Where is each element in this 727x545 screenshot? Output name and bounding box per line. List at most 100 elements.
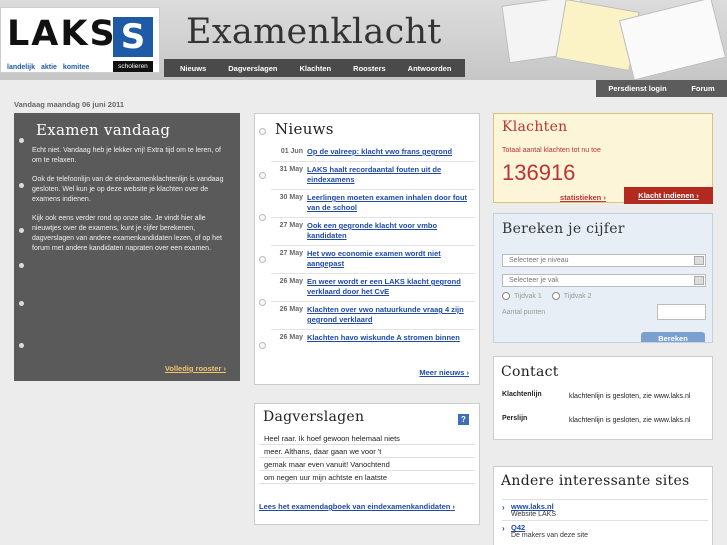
subject-select-placeholder: Selecteer je vak bbox=[509, 277, 559, 284]
laks-logo[interactable]: LAKS S landelijk aktie komitee scholiere… bbox=[0, 7, 160, 73]
nav-roosters[interactable]: Roosters bbox=[353, 64, 386, 73]
main-nav: Nieuws Dagverslagen Klachten Roosters An… bbox=[164, 59, 465, 77]
period-radio-group: Tijdvak 1 Tijdvak 2 bbox=[502, 292, 592, 300]
news-item[interactable]: 27 May Ook een gegronde klacht voor vmbo … bbox=[271, 218, 475, 246]
other-sites-panel: Andere interessante sites › www.laks.nl We… bbox=[493, 466, 713, 545]
dagverslagen-panel: Dagverslagen ? Heel raar. Ik hoef gewoon… bbox=[254, 403, 480, 525]
exam-today-text: Kijk ook eens verder rond op onze site. … bbox=[32, 215, 222, 252]
news-date: 27 May bbox=[279, 222, 303, 229]
logo-tagline: landelijk aktie komitee bbox=[7, 64, 90, 71]
full-schedule-link[interactable]: Volledig rooster › bbox=[165, 364, 226, 373]
news-date: 01 Jun bbox=[280, 148, 303, 155]
logo-s-box: S bbox=[113, 17, 153, 57]
news-item[interactable]: 30 May Leerlingen moeten examen inhalen d… bbox=[271, 190, 475, 218]
help-icon[interactable]: ? bbox=[458, 414, 469, 425]
chevron-right-icon: › bbox=[502, 503, 505, 512]
contact-value: klachtenlijn is gesloten, zie www.laks.n… bbox=[569, 417, 691, 424]
excerpt-line: gemak maar even vanuit! Vanochtend bbox=[259, 458, 475, 471]
news-panel: Nieuws 01 Jun Op de valreep: klacht vwo f… bbox=[254, 113, 480, 385]
news-date: 27 May bbox=[279, 250, 303, 257]
site-link[interactable]: Q42 bbox=[511, 523, 525, 532]
contact-row: Perslijn klachtenlijn is gesloten, zie ww… bbox=[502, 415, 708, 427]
contact-value: klachtenlijn is gesloten, zie www.laks.n… bbox=[569, 393, 691, 400]
klachten-panel: Klachten Totaal aantal klachten tot nu t… bbox=[493, 113, 713, 204]
level-select-placeholder: Selecteer je niveau bbox=[509, 257, 569, 264]
calculate-button[interactable]: Bereken bbox=[641, 332, 705, 342]
more-news-link[interactable]: Meer nieuws › bbox=[419, 368, 469, 377]
news-date: 26 May bbox=[279, 306, 303, 313]
site-item[interactable]: › www.laks.nl Website LAKS bbox=[502, 499, 708, 520]
chevron-down-icon bbox=[694, 256, 704, 265]
news-link[interactable]: Het vwo economie examen wordt niet aange… bbox=[307, 249, 475, 269]
contact-row: Klachtenlijn klachtenlijn is gesloten, zi… bbox=[502, 391, 708, 403]
contact-panel: Contact Klachtenlijn klachtenlijn is gesl… bbox=[493, 356, 713, 440]
nav-nieuws[interactable]: Nieuws bbox=[180, 64, 206, 73]
persdienst-login-link[interactable]: Persdienst login bbox=[608, 84, 666, 93]
submit-complaint-label: Klacht indienen bbox=[638, 191, 695, 200]
news-list: 01 Jun Op de valreep: klacht vwo frans ge… bbox=[271, 144, 475, 347]
points-input[interactable] bbox=[657, 304, 706, 320]
subject-select[interactable]: Selecteer je vak bbox=[502, 274, 706, 287]
klachten-subtitle: Totaal aantal klachten tot nu toe bbox=[502, 147, 601, 154]
news-link[interactable]: Op de valreep: klacht vwo frans gegrond bbox=[307, 147, 475, 157]
radio-icon bbox=[502, 292, 510, 300]
news-link[interactable]: LAKS haalt recordaantal fouten uit de ei… bbox=[307, 165, 475, 185]
klachten-title: Klachten bbox=[502, 119, 568, 135]
period1-radio[interactable]: Tijdvak 1 bbox=[502, 292, 542, 300]
dagverslagen-title: Dagverslagen bbox=[263, 409, 365, 425]
site-link[interactable]: www.laks.nl bbox=[511, 502, 554, 511]
logo-badge: scholieren bbox=[113, 61, 153, 72]
current-date: Vandaag maandag 06 juni 2011 bbox=[14, 100, 125, 109]
news-date: 26 May bbox=[279, 334, 303, 341]
other-sites-title: Andere interessante sites bbox=[501, 473, 690, 489]
period2-radio[interactable]: Tijdvak 2 bbox=[551, 292, 592, 300]
exam-today-panel: Examen vandaag Echt niet. Vandaag heb je… bbox=[14, 113, 240, 381]
logo-wordmark: LAKS bbox=[7, 14, 117, 54]
points-label: Aantal punten bbox=[502, 309, 546, 316]
news-date: 26 May bbox=[279, 278, 303, 285]
news-link[interactable]: Ook een gegronde klacht voor vmbo kandid… bbox=[307, 221, 475, 241]
chevron-right-icon: › bbox=[502, 524, 505, 533]
dagverslag-excerpt: Heel raar. Ik hoef gewoon helemaal niets… bbox=[259, 432, 475, 484]
forum-link[interactable]: Forum bbox=[691, 84, 714, 93]
nav-dagverslagen[interactable]: Dagverslagen bbox=[228, 64, 277, 73]
news-item[interactable]: 01 Jun Op de valreep: klacht vwo frans ge… bbox=[271, 144, 475, 162]
exam-today-text: Echt niet. Vandaag heb je lekker vrij! E… bbox=[32, 147, 221, 164]
news-title: Nieuws bbox=[275, 120, 334, 138]
excerpt-line: Heel raar. Ik hoef gewoon helemaal niets bbox=[259, 432, 475, 445]
news-link[interactable]: Klachten over vwo natuurkunde vraag 4 zi… bbox=[307, 305, 475, 325]
klachten-count: 136916 bbox=[502, 160, 576, 185]
dagboek-link[interactable]: Lees het examendagboek van eindexamenkan… bbox=[259, 502, 455, 511]
nav-klachten[interactable]: Klachten bbox=[299, 64, 331, 73]
site-description: Website LAKS bbox=[511, 511, 557, 518]
site-item[interactable]: › Q42 De makers van deze site bbox=[502, 520, 708, 541]
news-link[interactable]: Klachten havo wiskunde A stromen binnen bbox=[307, 333, 475, 343]
statistics-link[interactable]: statistieken › bbox=[560, 193, 606, 202]
news-item[interactable]: 26 May Klachten havo wiskunde A stromen b… bbox=[271, 330, 475, 347]
dagboek-link-label: Lees het examendagboek van eindexamenkan… bbox=[259, 502, 451, 511]
chevron-right-icon: › bbox=[696, 191, 699, 200]
site-description: De makers van deze site bbox=[511, 532, 589, 539]
statistics-label: statistieken bbox=[560, 193, 602, 202]
nav-antwoorden[interactable]: Antwoorden bbox=[408, 64, 452, 73]
news-item[interactable]: 26 May En weer wordt er een LAKS klacht g… bbox=[271, 274, 475, 302]
news-link[interactable]: En weer wordt er een LAKS klacht gegrond… bbox=[307, 277, 475, 297]
level-select[interactable]: Selecteer je niveau bbox=[502, 254, 706, 267]
site-header: LAKS S landelijk aktie komitee scholiere… bbox=[0, 0, 727, 81]
period2-label: Tijdvak 2 bbox=[563, 292, 592, 300]
news-link[interactable]: Leerlingen moeten examen inhalen door fo… bbox=[307, 193, 475, 213]
full-schedule-label: Volledig rooster bbox=[164, 364, 222, 373]
submit-complaint-button[interactable]: Klacht indienen › bbox=[624, 187, 713, 204]
exam-today-title: Examen vandaag bbox=[36, 121, 171, 139]
more-news-label: Meer nieuws bbox=[419, 368, 465, 377]
news-date: 30 May bbox=[279, 194, 303, 201]
exam-today-body: Echt niet. Vandaag heb je lekker vrij! E… bbox=[32, 146, 232, 263]
utility-nav: Persdienst login Forum bbox=[596, 80, 727, 97]
news-item[interactable]: 27 May Het vwo economie examen wordt niet… bbox=[271, 246, 475, 274]
contact-key: Perslijn bbox=[502, 415, 528, 422]
news-item[interactable]: 26 May Klachten over vwo natuurkunde vraa… bbox=[271, 302, 475, 330]
chevron-right-icon: › bbox=[452, 502, 455, 511]
radio-icon bbox=[551, 292, 560, 300]
contact-key: Klachtenlijn bbox=[502, 391, 542, 398]
news-item[interactable]: 31 May LAKS haalt recordaantal fouten uit… bbox=[271, 162, 475, 190]
